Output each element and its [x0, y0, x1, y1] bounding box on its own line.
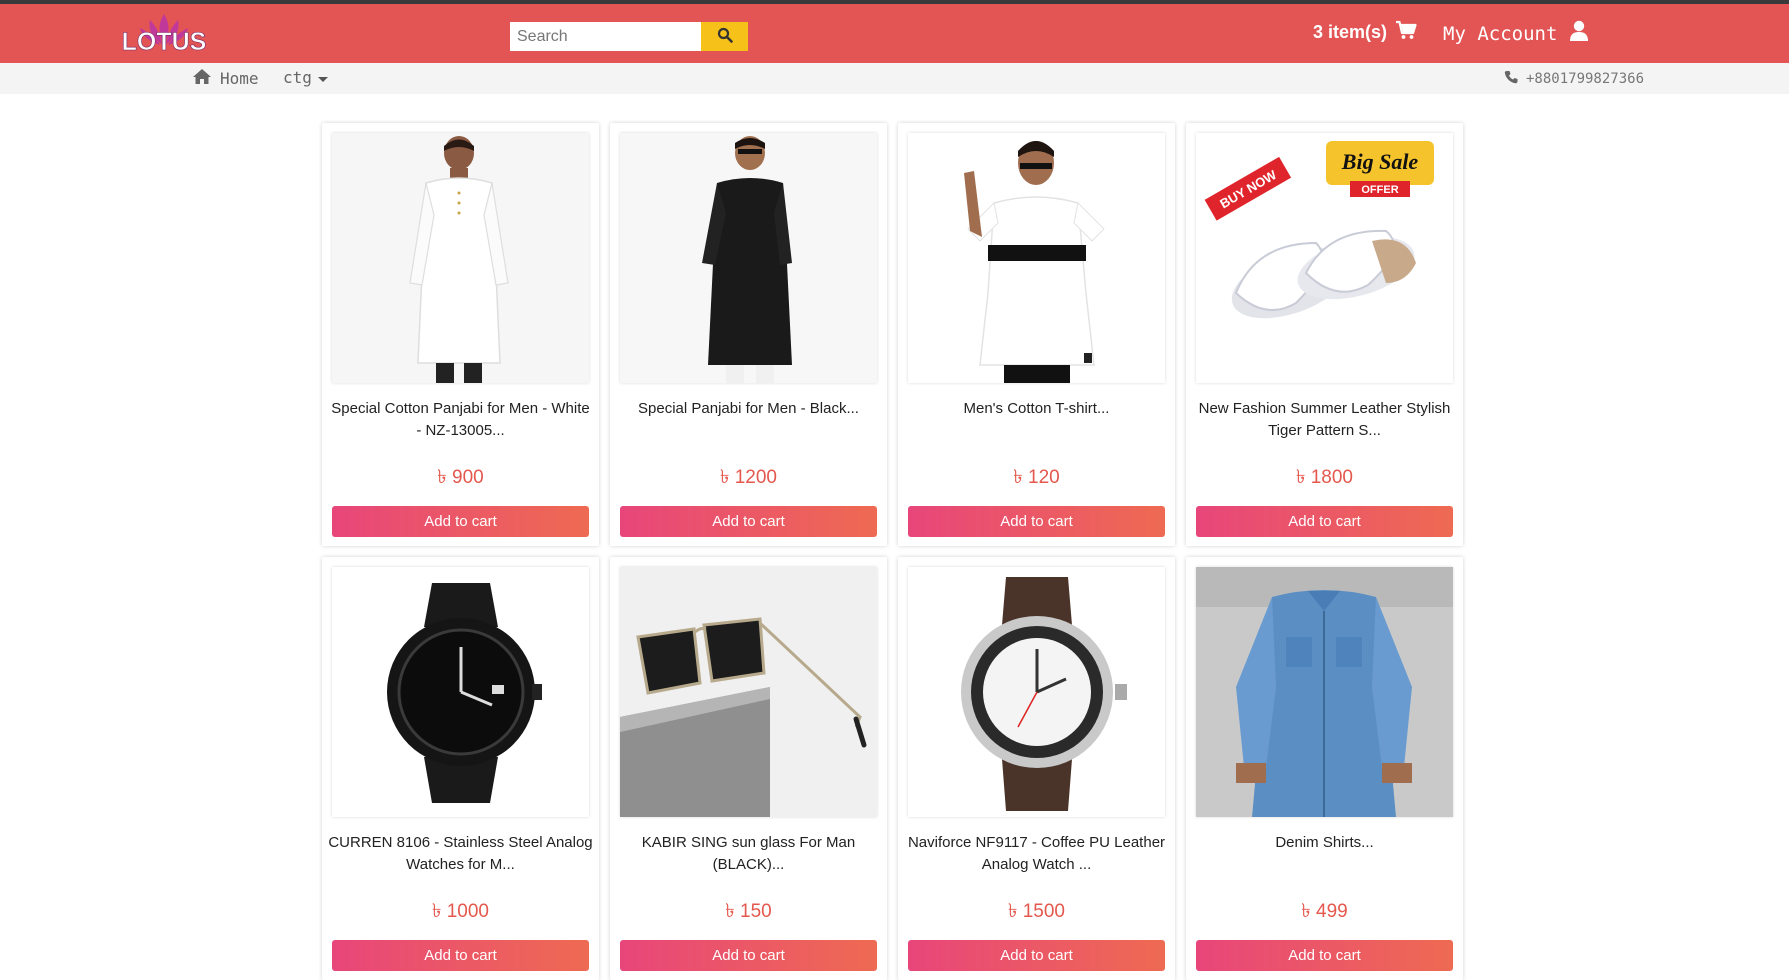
svg-text:LOTUS: LOTUS — [122, 28, 207, 56]
product-card: Naviforce NF9117 - Coffee PU Leather Ana… — [898, 557, 1175, 980]
home-icon — [192, 68, 212, 89]
product-name[interactable]: KABIR SING sun glass For Man (BLACK)... — [616, 832, 881, 876]
product-name[interactable]: New Fashion Summer Leather Stylish Tiger… — [1192, 398, 1457, 442]
product-card: Denim Shirts... ৳ 499 Add to cart — [1186, 557, 1463, 980]
product-card: KABIR SING sun glass For Man (BLACK)... … — [610, 557, 887, 980]
product-name[interactable]: Special Panjabi for Men - Black... — [616, 398, 881, 420]
currency-symbol: ৳ — [1007, 901, 1018, 922]
add-to-cart-button[interactable]: Add to cart — [908, 940, 1165, 971]
search-bar — [510, 22, 748, 51]
price-value: 1000 — [446, 901, 490, 922]
category-dropdown[interactable]: ctg — [283, 68, 328, 87]
search-input[interactable] — [510, 22, 701, 51]
currency-symbol: ৳ — [437, 467, 447, 488]
big-sale-badge: Big Sale — [1341, 149, 1419, 174]
contact-phone: +8801799827366 — [1504, 70, 1644, 88]
add-to-cart-button[interactable]: Add to cart — [620, 940, 877, 971]
product-image-denim-shirt[interactable] — [1196, 567, 1453, 817]
product-image-leather-sandals[interactable]: BUY NOW Big Sale OFFER — [1196, 133, 1453, 383]
category-label: ctg — [283, 68, 312, 87]
add-to-cart-button[interactable]: Add to cart — [620, 506, 877, 537]
price-value: 1200 — [734, 467, 778, 488]
add-to-cart-button[interactable]: Add to cart — [332, 940, 589, 971]
cart-button[interactable]: 3 item(s) — [1313, 20, 1417, 45]
currency-symbol: ৳ — [1301, 901, 1311, 922]
caret-down-icon — [317, 68, 328, 87]
product-card: Men's Cotton T-shirt... ৳ 120 Add to car… — [898, 123, 1175, 546]
my-account-button[interactable]: My Account — [1443, 20, 1589, 47]
site-header: LOTUS 3 item(s) My Account — [0, 4, 1789, 63]
offer-badge: OFFER — [1361, 184, 1398, 196]
product-image-sunglasses[interactable] — [620, 567, 877, 817]
product-price: ৳ 150 — [610, 897, 887, 929]
product-name[interactable]: Naviforce NF9117 - Coffee PU Leather Ana… — [904, 832, 1169, 876]
product-grid: Special Cotton Panjabi for Men - White -… — [322, 123, 1464, 980]
add-to-cart-button[interactable]: Add to cart — [1196, 506, 1453, 537]
price-value: 150 — [740, 901, 772, 922]
user-icon — [1569, 20, 1589, 47]
product-price: ৳ 1000 — [322, 897, 599, 929]
add-to-cart-button[interactable]: Add to cart — [332, 506, 589, 537]
product-price: ৳ 499 — [1186, 897, 1463, 929]
product-price: ৳ 120 — [898, 463, 1175, 495]
search-button[interactable] — [701, 22, 748, 51]
product-price: ৳ 1800 — [1186, 463, 1463, 495]
product-card: CURREN 8106 - Stainless Steel Analog Wat… — [322, 557, 599, 980]
currency-symbol: ৳ — [431, 901, 442, 922]
account-label: My Account — [1443, 22, 1558, 45]
price-value: 1500 — [1022, 901, 1066, 922]
product-price: ৳ 1500 — [898, 897, 1175, 929]
product-name[interactable]: CURREN 8106 - Stainless Steel Analog Wat… — [328, 832, 593, 876]
currency-symbol: ৳ — [719, 467, 730, 488]
product-price: ৳ 1200 — [610, 463, 887, 495]
currency-symbol: ৳ — [1013, 467, 1023, 488]
product-image-leather-watch[interactable] — [908, 567, 1165, 817]
lotus-logo[interactable]: LOTUS — [116, 10, 212, 60]
shopping-cart-icon — [1395, 20, 1417, 45]
product-image-tshirt[interactable] — [908, 133, 1165, 383]
cart-count: 3 item(s) — [1313, 22, 1388, 42]
product-card: BUY NOW Big Sale OFFER New Fashion Summe… — [1186, 123, 1463, 546]
product-card: Special Cotton Panjabi for Men - White -… — [322, 123, 599, 546]
search-icon — [717, 27, 733, 46]
home-link[interactable]: Home — [192, 68, 259, 89]
sub-navigation: Home ctg +8801799827366 — [0, 63, 1789, 94]
product-image-black-panjabi[interactable] — [620, 133, 877, 383]
product-name[interactable]: Denim Shirts... — [1192, 832, 1457, 854]
currency-symbol: ৳ — [1295, 467, 1306, 488]
product-name[interactable]: Men's Cotton T-shirt... — [904, 398, 1169, 420]
product-image-black-watch[interactable] — [332, 567, 589, 817]
currency-symbol: ৳ — [725, 901, 735, 922]
add-to-cart-button[interactable]: Add to cart — [908, 506, 1165, 537]
home-label: Home — [220, 69, 259, 88]
price-value: 120 — [1028, 467, 1060, 488]
product-card: Special Panjabi for Men - Black... ৳ 120… — [610, 123, 887, 546]
phone-number: +8801799827366 — [1526, 71, 1645, 87]
price-value: 1800 — [1310, 467, 1354, 488]
price-value: 499 — [1316, 901, 1348, 922]
phone-icon — [1504, 70, 1518, 88]
price-value: 900 — [452, 467, 484, 488]
add-to-cart-button[interactable]: Add to cart — [1196, 940, 1453, 971]
product-name[interactable]: Special Cotton Panjabi for Men - White -… — [328, 398, 593, 442]
product-image-white-panjabi[interactable] — [332, 133, 589, 383]
product-price: ৳ 900 — [322, 463, 599, 495]
